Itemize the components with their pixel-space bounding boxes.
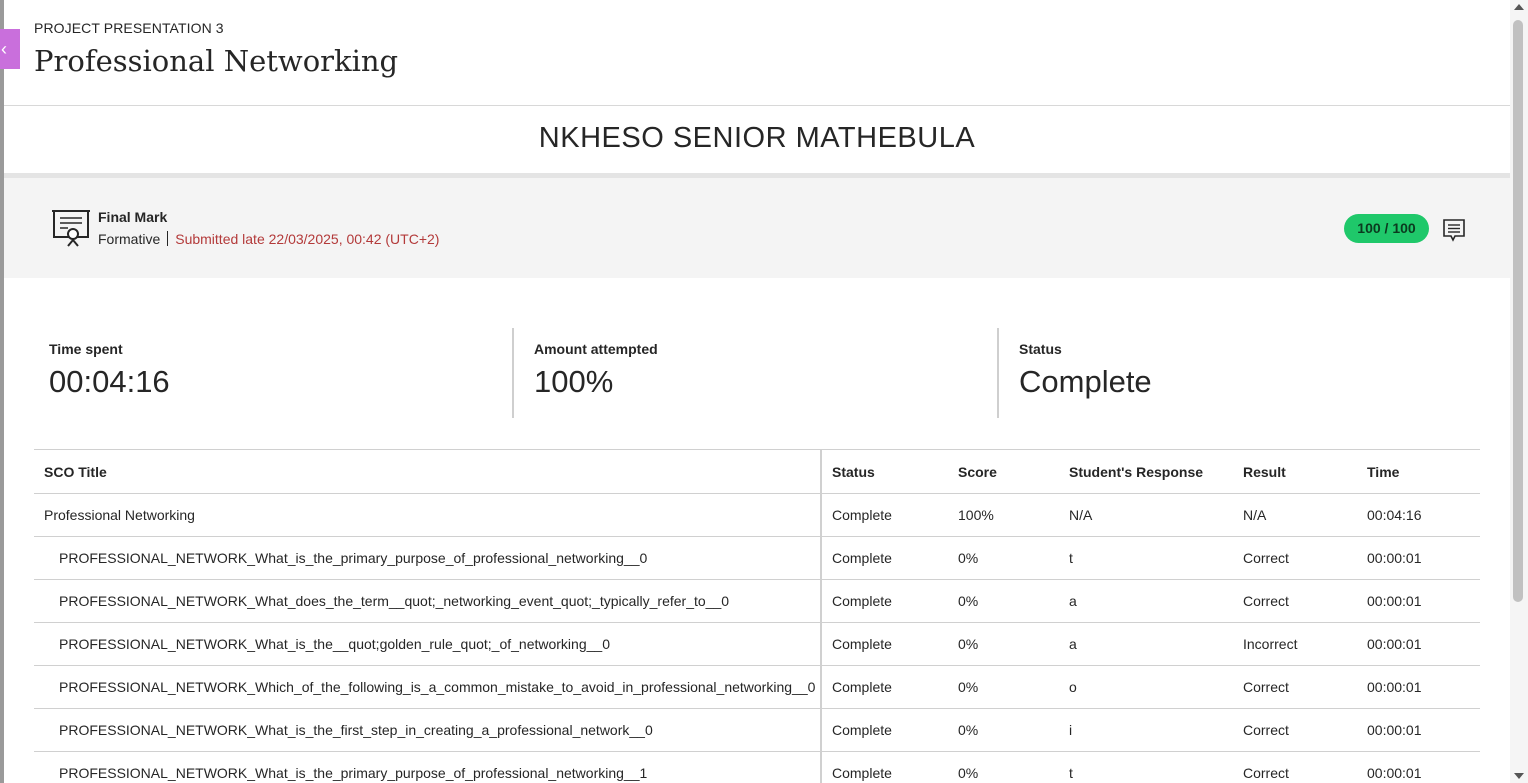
assessment-type: Formative (98, 231, 161, 247)
column-header-score[interactable]: Score (948, 449, 1059, 494)
status-cell: Complete (821, 622, 948, 666)
table-row: PROFESSIONAL_NETWORK_What_is_the_primary… (34, 751, 1480, 783)
column-header-time[interactable]: Time (1357, 449, 1480, 494)
status-cell: Complete (821, 579, 948, 623)
column-header-response[interactable]: Student's Response (1059, 449, 1233, 494)
result-cell: Correct (1233, 536, 1357, 580)
sco-title-cell: PROFESSIONAL_NETWORK_What_is_the_primary… (34, 751, 822, 783)
certificate-icon (52, 210, 90, 247)
time-cell: 00:00:01 (1357, 579, 1480, 623)
status-cell: Complete (821, 665, 948, 709)
stat-label: Amount attempted (534, 341, 658, 357)
status-cell: Complete (821, 536, 948, 580)
status-cell: Complete (821, 493, 948, 537)
student-name: NKHESO SENIOR MATHEBULA (538, 122, 976, 154)
time-cell: 00:04:16 (1357, 493, 1480, 537)
response-cell: t (1059, 536, 1233, 580)
score-cell: 0% (948, 751, 1059, 783)
sco-title-cell: PROFESSIONAL_NETWORK_Which_of_the_follow… (34, 665, 822, 709)
attempt-summary: Time spent 00:04:16 Amount attempted 100… (4, 328, 1510, 418)
response-cell: N/A (1059, 493, 1233, 537)
table-row: PROFESSIONAL_NETWORK_What_is_the_primary… (34, 536, 1480, 580)
header-divider (4, 105, 1510, 106)
time-cell: 00:00:01 (1357, 708, 1480, 752)
final-mark-title: Final Mark (98, 209, 168, 225)
score-cell: 100% (948, 493, 1059, 537)
response-cell: t (1059, 751, 1233, 783)
result-cell: Correct (1233, 579, 1357, 623)
response-cell: a (1059, 579, 1233, 623)
sco-results-table-container: SCO Title Status Score Student's Respons… (34, 449, 1480, 783)
time-cell: 00:00:01 (1357, 622, 1480, 666)
result-cell: Correct (1233, 665, 1357, 709)
table-row: PROFESSIONAL_NETWORK_What_is_the_first_s… (34, 708, 1480, 752)
sco-title-cell: PROFESSIONAL_NETWORK_What_is_the_first_s… (34, 708, 822, 752)
table-row: PROFESSIONAL_NETWORK_What_does_the_term_… (34, 579, 1480, 623)
column-header-status[interactable]: Status (821, 449, 948, 494)
time-cell: 00:00:01 (1357, 665, 1480, 709)
result-cell: Correct (1233, 751, 1357, 783)
score-cell: 0% (948, 536, 1059, 580)
response-cell: i (1059, 708, 1233, 752)
page-title: Professional Networking (34, 44, 399, 78)
score-cell: 0% (948, 665, 1059, 709)
result-cell: N/A (1233, 493, 1357, 537)
sco-title-cell: Professional Networking (34, 493, 822, 537)
grading-panel: PROJECT PRESENTATION 3 Professional Netw… (4, 0, 1510, 783)
score-cell: 0% (948, 579, 1059, 623)
score-badge[interactable]: 100 / 100 (1344, 214, 1429, 243)
status-cell: Complete (821, 751, 948, 783)
column-header-sco-title[interactable]: SCO Title (34, 449, 822, 494)
comment-icon[interactable] (1442, 218, 1466, 242)
stat-value: 100% (534, 364, 614, 399)
chevron-left-icon: ‹ (1, 39, 7, 59)
column-header-result[interactable]: Result (1233, 449, 1357, 494)
final-mark-details: Formative Submitted late 22/03/2025, 00:4… (98, 231, 439, 247)
scrollbar-thumb[interactable] (1513, 20, 1523, 602)
stat-value: Complete (1019, 364, 1152, 399)
stat-label: Time spent (49, 341, 123, 357)
assignment-category: PROJECT PRESENTATION 3 (34, 20, 224, 36)
stat-label: Status (1019, 341, 1062, 357)
response-cell: o (1059, 665, 1233, 709)
submission-status: Submitted late 22/03/2025, 00:42 (UTC+2) (175, 231, 440, 247)
table-row: Professional Networking Complete 100% N/… (34, 493, 1480, 537)
table-header-row: SCO Title Status Score Student's Respons… (34, 449, 1480, 494)
table-row: PROFESSIONAL_NETWORK_What_is_the__quot;g… (34, 622, 1480, 666)
separator (167, 231, 169, 246)
score-cell: 0% (948, 622, 1059, 666)
score-cell: 0% (948, 708, 1059, 752)
time-cell: 00:00:01 (1357, 536, 1480, 580)
result-cell: Correct (1233, 708, 1357, 752)
vertical-scrollbar[interactable] (1510, 0, 1528, 783)
stat-value: 00:04:16 (49, 364, 170, 399)
time-cell: 00:00:01 (1357, 751, 1480, 783)
sco-results-table: SCO Title Status Score Student's Respons… (34, 449, 1480, 783)
back-button[interactable]: ‹ (0, 29, 20, 69)
sco-title-cell: PROFESSIONAL_NETWORK_What_does_the_term_… (34, 579, 822, 623)
final-mark-section: Final Mark Formative Submitted late 22/03… (4, 178, 1510, 278)
scroll-down-arrow-icon[interactable] (1514, 773, 1524, 779)
status-cell: Complete (821, 708, 948, 752)
table-row: PROFESSIONAL_NETWORK_Which_of_the_follow… (34, 665, 1480, 709)
scroll-up-arrow-icon[interactable] (1514, 4, 1524, 10)
stat-divider (997, 328, 999, 418)
result-cell: Incorrect (1233, 622, 1357, 666)
sco-title-cell: PROFESSIONAL_NETWORK_What_is_the_primary… (34, 536, 822, 580)
response-cell: a (1059, 622, 1233, 666)
sco-title-cell: PROFESSIONAL_NETWORK_What_is_the__quot;g… (34, 622, 822, 666)
stat-divider (512, 328, 514, 418)
